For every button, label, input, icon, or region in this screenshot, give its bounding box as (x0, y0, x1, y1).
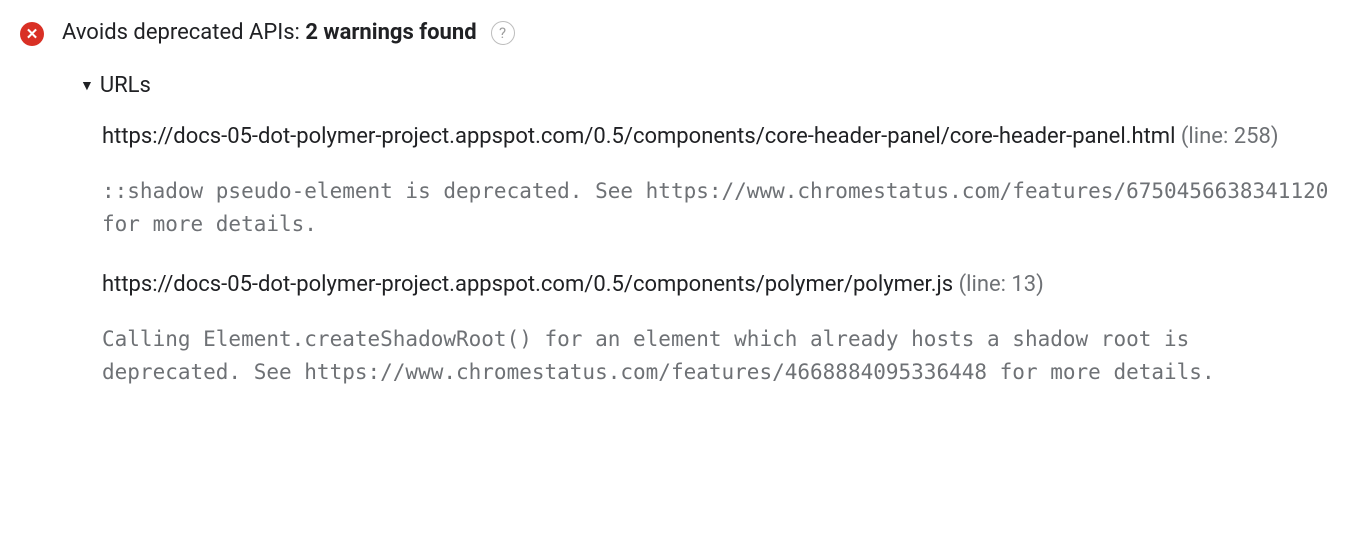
help-icon[interactable]: ? (491, 21, 515, 45)
line-info: (line: 13) (959, 272, 1044, 297)
audit-title-prefix: Avoids deprecated APIs: (62, 20, 305, 45)
url-line: https://docs-05-dot-polymer-project.apps… (102, 268, 1330, 301)
deprecation-message: Calling Element.createShadowRoot() for a… (102, 323, 1330, 388)
url-text: https://docs-05-dot-polymer-project.apps… (102, 124, 1175, 149)
deprecation-message: ::shadow pseudo-element is deprecated. S… (102, 175, 1330, 240)
audit-title: Avoids deprecated APIs: 2 warnings found (62, 20, 477, 45)
line-info: (line: 258) (1181, 124, 1279, 149)
url-text: https://docs-05-dot-polymer-project.apps… (102, 272, 953, 297)
url-entry: https://docs-05-dot-polymer-project.apps… (102, 268, 1330, 388)
details-section-label: URLs (100, 73, 151, 98)
audit-title-bold: 2 warnings found (305, 20, 476, 45)
audit-item: Avoids deprecated APIs: 2 warnings found… (20, 20, 1330, 416)
fail-icon (20, 22, 44, 46)
url-list: https://docs-05-dot-polymer-project.apps… (102, 120, 1330, 388)
audit-header: Avoids deprecated APIs: 2 warnings found… (62, 20, 1330, 45)
audit-details: ▼ URLs https://docs-05-dot-polymer-proje… (80, 73, 1330, 388)
url-line: https://docs-05-dot-polymer-project.apps… (102, 120, 1330, 153)
url-entry: https://docs-05-dot-polymer-project.apps… (102, 120, 1330, 240)
chevron-down-icon: ▼ (80, 77, 94, 94)
details-toggle[interactable]: ▼ URLs (80, 73, 1330, 98)
audit-content: Avoids deprecated APIs: 2 warnings found… (62, 20, 1330, 416)
